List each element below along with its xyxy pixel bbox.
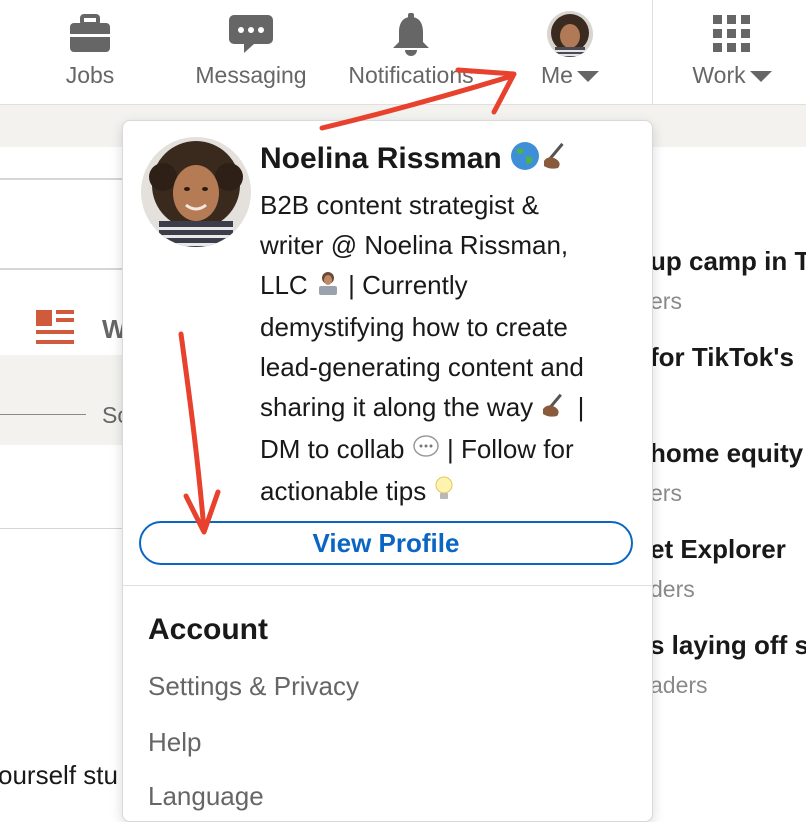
divider <box>123 585 652 586</box>
news-title[interactable]: s laying off s <box>650 630 806 661</box>
news-subtitle: ers <box>650 480 682 506</box>
divider <box>0 268 122 270</box>
divider <box>0 528 122 529</box>
me-avatar <box>547 11 593 57</box>
message-icon <box>228 12 274 56</box>
feed-icon <box>36 310 74 351</box>
nav-jobs[interactable]: Jobs <box>50 0 130 104</box>
speech-bubble-icon <box>412 431 440 471</box>
news-subtitle: aders <box>650 672 708 698</box>
profile-name: Noelina Rissman <box>260 141 502 175</box>
background-panel <box>0 355 122 445</box>
chevron-down-icon <box>749 71 772 82</box>
briefcase-icon <box>68 12 112 56</box>
news-title[interactable]: et Explorer <box>650 534 786 565</box>
account-heading: Account <box>148 613 268 646</box>
bell-icon <box>389 12 433 56</box>
technologist-icon <box>315 267 341 307</box>
divider <box>0 178 122 180</box>
news-title[interactable]: up camp in T <box>650 246 806 277</box>
view-profile-button[interactable]: View Profile <box>139 521 633 565</box>
nav-work[interactable]: Work <box>684 0 780 104</box>
background-text: ourself stu <box>0 760 118 790</box>
settings-privacy-link[interactable]: Settings & Privacy <box>148 671 359 702</box>
writing-hand-icon <box>540 141 572 179</box>
nav-notifications-label: Notifications <box>348 62 474 88</box>
news-subtitle: ders <box>650 576 695 602</box>
chevron-down-icon <box>576 71 599 82</box>
top-navigation: Jobs Messaging Notifications Me Work <box>0 0 806 105</box>
profile-avatar[interactable] <box>141 137 251 247</box>
writing-hand-icon <box>540 389 570 429</box>
nav-me-label: Me <box>541 62 573 88</box>
nav-notifications[interactable]: Notifications <box>338 0 484 104</box>
globe-icon <box>510 141 540 179</box>
news-subtitle: ers <box>650 288 682 314</box>
me-dropdown-menu: Noelina Rissman B2B content strategist &… <box>122 120 653 822</box>
nav-work-label: Work <box>692 62 746 88</box>
language-link[interactable]: Language <box>148 781 264 812</box>
divider <box>0 414 86 415</box>
nav-messaging-label: Messaging <box>195 62 307 88</box>
profile-headline: B2B content strategist & writer @ Noelin… <box>260 185 640 514</box>
nav-messaging[interactable]: Messaging <box>188 0 314 104</box>
news-title[interactable]: home equity <box>650 438 803 469</box>
lightbulb-icon <box>433 474 455 514</box>
nav-me[interactable]: Me <box>530 0 610 104</box>
grid-icon <box>713 12 751 56</box>
nav-divider <box>652 0 653 104</box>
nav-jobs-label: Jobs <box>65 62 115 88</box>
help-link[interactable]: Help <box>148 727 201 758</box>
news-title[interactable]: for TikTok's <box>650 342 794 373</box>
